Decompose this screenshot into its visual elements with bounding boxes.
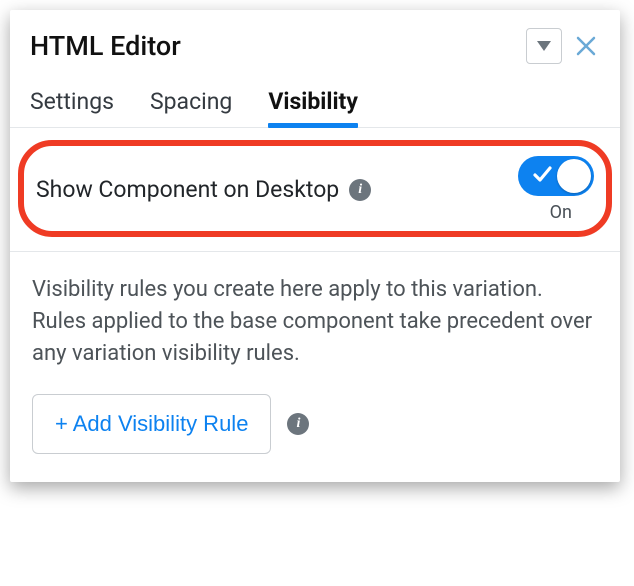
toggle-state-label: On [550,202,572,223]
toggle-knob [557,159,591,193]
header-dropdown-button[interactable] [526,28,562,64]
caret-down-icon [537,41,551,51]
info-icon[interactable]: i [349,179,371,201]
visibility-rules-section: Visibility rules you create here apply t… [10,252,620,454]
tab-spacing[interactable]: Spacing [150,88,232,127]
visibility-rules-description: Visibility rules you create here apply t… [32,274,598,370]
info-icon[interactable]: i [287,413,309,435]
show-on-desktop-toggle[interactable] [518,156,594,196]
close-button[interactable] [572,32,600,60]
editor-panel: HTML Editor Settings Spacing Visibility … [10,10,620,482]
tab-bar: Settings Spacing Visibility [10,80,620,128]
show-on-desktop-label: Show Component on Desktop [36,176,339,203]
tab-visibility[interactable]: Visibility [268,88,358,127]
add-visibility-rule-button[interactable]: + Add Visibility Rule [32,394,271,454]
show-on-desktop-toggle-col: On [518,156,594,223]
add-rule-row: + Add Visibility Rule i [32,394,598,454]
check-icon [532,164,552,188]
panel-title: HTML Editor [30,30,526,62]
show-on-desktop-row: Show Component on Desktop i On [36,156,594,223]
tab-settings[interactable]: Settings [30,88,114,127]
close-icon [576,36,596,56]
callout-highlight: Show Component on Desktop i On [18,140,612,237]
panel-header: HTML Editor [10,10,620,80]
